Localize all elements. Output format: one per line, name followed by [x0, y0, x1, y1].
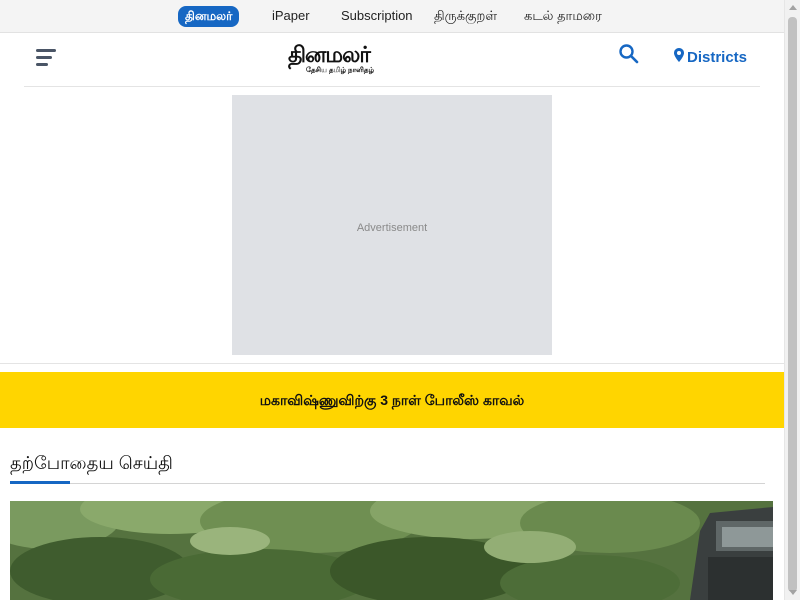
- ipaper-link[interactable]: iPaper: [272, 8, 310, 24]
- page: தினமலர் iPaper Subscription திருக்குறள் …: [0, 0, 800, 600]
- scroll-down-arrow-icon[interactable]: [789, 590, 797, 595]
- location-pin-icon: [674, 47, 684, 69]
- top-navigation-bar: தினமலர் iPaper Subscription திருக்குறள் …: [0, 0, 784, 33]
- scrollbar-thumb[interactable]: [788, 17, 797, 592]
- logo-tagline: தேசிய தமிழ் நாளிதழ்: [306, 67, 375, 74]
- dinamalar-logo[interactable]: தினமலர் தேசிய தமிழ் நாளிதழ்: [288, 42, 406, 76]
- thirukkural-link[interactable]: திருக்குறள்: [434, 8, 497, 24]
- section-title[interactable]: தற்போதைய செய்தி: [10, 453, 173, 476]
- search-icon[interactable]: [618, 43, 640, 65]
- ad-divider: [0, 363, 784, 364]
- section-divider: [10, 483, 765, 484]
- lead-story-image[interactable]: [10, 501, 773, 600]
- dinamalar-brand-pill[interactable]: தினமலர்: [178, 6, 240, 27]
- site-header: தினமலர் தேசிய தமிழ் நாளிதழ் Districts: [0, 34, 784, 86]
- kadal-thamarai-link[interactable]: கடல் தாமரை: [524, 8, 602, 24]
- section-accent-bar: [10, 481, 70, 484]
- districts-button[interactable]: Districts: [674, 47, 747, 69]
- advertisement-label: Advertisement: [356, 222, 428, 234]
- header-divider: [24, 86, 760, 87]
- scroll-up-arrow-icon[interactable]: [789, 5, 797, 10]
- breaking-news-banner[interactable]: மகாவிஷ்ணுவிற்கு 3 நாள் போலீஸ் காவல்: [0, 372, 784, 428]
- advertisement-slot[interactable]: Advertisement: [232, 95, 552, 355]
- page-scrollbar[interactable]: [784, 0, 800, 600]
- districts-label: Districts: [687, 49, 748, 66]
- subscription-link[interactable]: Subscription: [341, 8, 413, 24]
- breaking-news-text: மகாவிஷ்ணுவிற்கு 3 நாள் போலீஸ் காவல்: [259, 392, 525, 408]
- hamburger-menu-icon[interactable]: [36, 49, 56, 67]
